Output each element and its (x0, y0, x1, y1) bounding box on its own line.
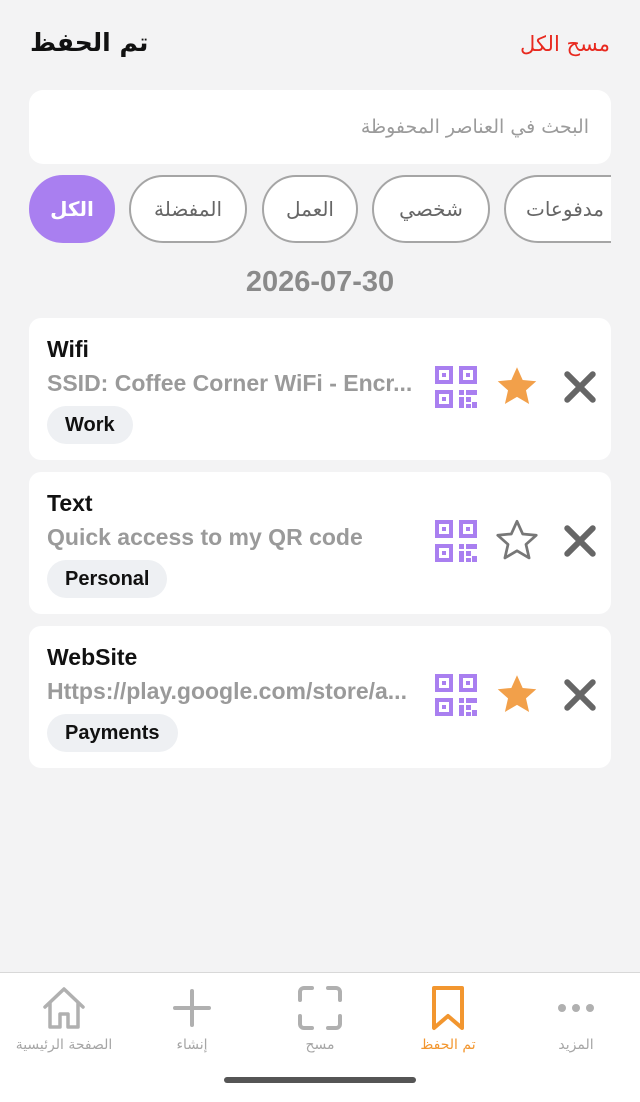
plus-icon (173, 989, 211, 1027)
item-tag: Personal (47, 560, 168, 598)
tab-home[interactable]: الصفحة الرئيسية (0, 983, 128, 1063)
clear-all-button[interactable]: مسح الكل (520, 32, 610, 56)
header: تم الحفظ مسح الكل (0, 22, 640, 70)
item-subtitle: SSID: Coffee Corner WiFi - Encr... (47, 370, 413, 396)
tab-create-label: إنشاء (176, 1037, 208, 1053)
item-tag: Payments (47, 714, 178, 752)
item-title: WebSite (47, 644, 138, 670)
more-dots-icon (558, 1004, 594, 1012)
star-filled-icon[interactable] (495, 364, 539, 408)
tab-scan[interactable]: مسح (256, 983, 384, 1063)
star-filled-icon[interactable] (495, 672, 539, 716)
bookmark-icon (432, 986, 464, 1030)
page-title: تم الحفظ (30, 28, 149, 57)
filter-chip-all[interactable]: الكل (29, 175, 115, 243)
filter-chip-favorites[interactable]: المفضلة (129, 175, 247, 243)
saved-item-card[interactable]: Wifi SSID: Coffee Corner WiFi - Encr... … (29, 318, 611, 460)
search-box (29, 90, 611, 164)
saved-item-card[interactable]: Text Quick access to my QR code Personal (29, 472, 611, 614)
qr-code-icon[interactable] (435, 674, 477, 716)
qr-code-icon[interactable] (435, 520, 477, 562)
qr-code-icon[interactable] (435, 366, 477, 408)
filter-chip-work[interactable]: العمل (262, 175, 358, 243)
close-icon[interactable] (563, 678, 597, 712)
tab-more[interactable]: المزيد (512, 983, 640, 1063)
star-outline-icon[interactable] (495, 518, 539, 562)
filter-chip-personal[interactable]: شخصي (372, 175, 490, 243)
home-icon (43, 987, 85, 1029)
close-icon[interactable] (563, 370, 597, 404)
tab-saved[interactable]: تم الحفظ (384, 983, 512, 1063)
tab-saved-label: تم الحفظ (420, 1037, 476, 1053)
item-title: Wifi (47, 336, 89, 362)
tab-scan-label: مسح (305, 1037, 335, 1053)
search-input[interactable] (29, 90, 611, 164)
tab-more-label: المزيد (558, 1037, 594, 1053)
filter-chips: الكل المفضلة العمل شخصي مدفوعات (29, 175, 611, 243)
home-indicator (224, 1077, 416, 1083)
tab-home-label: الصفحة الرئيسية (15, 1037, 113, 1053)
close-icon[interactable] (563, 524, 597, 558)
scan-frame-icon (298, 986, 342, 1030)
item-tag: Work (47, 406, 133, 444)
filter-chip-payments[interactable]: مدفوعات (504, 175, 611, 243)
date-header: 2026-07-30 (245, 266, 395, 298)
item-subtitle: Quick access to my QR code (47, 524, 363, 550)
tab-create[interactable]: إنشاء (128, 983, 256, 1063)
saved-item-card[interactable]: WebSite Https://play.google.com/store/a.… (29, 626, 611, 768)
item-title: Text (47, 490, 93, 516)
item-subtitle: Https://play.google.com/store/a... (47, 678, 407, 704)
